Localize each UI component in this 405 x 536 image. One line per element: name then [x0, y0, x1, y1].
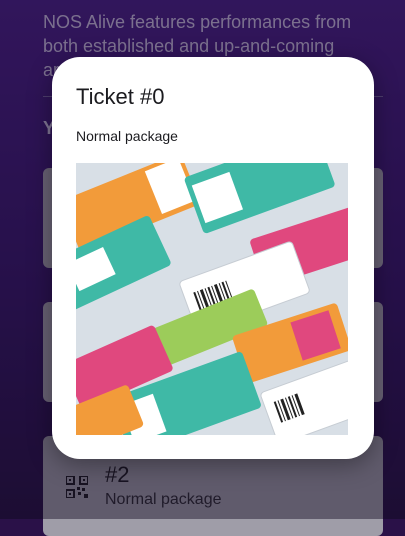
ticket-illustration	[76, 163, 348, 435]
dialog-title: Ticket #0	[76, 84, 165, 109]
dialog-subtitle: Normal package	[76, 128, 178, 144]
ticket-dialog: Ticket #0 Normal package	[52, 57, 374, 459]
